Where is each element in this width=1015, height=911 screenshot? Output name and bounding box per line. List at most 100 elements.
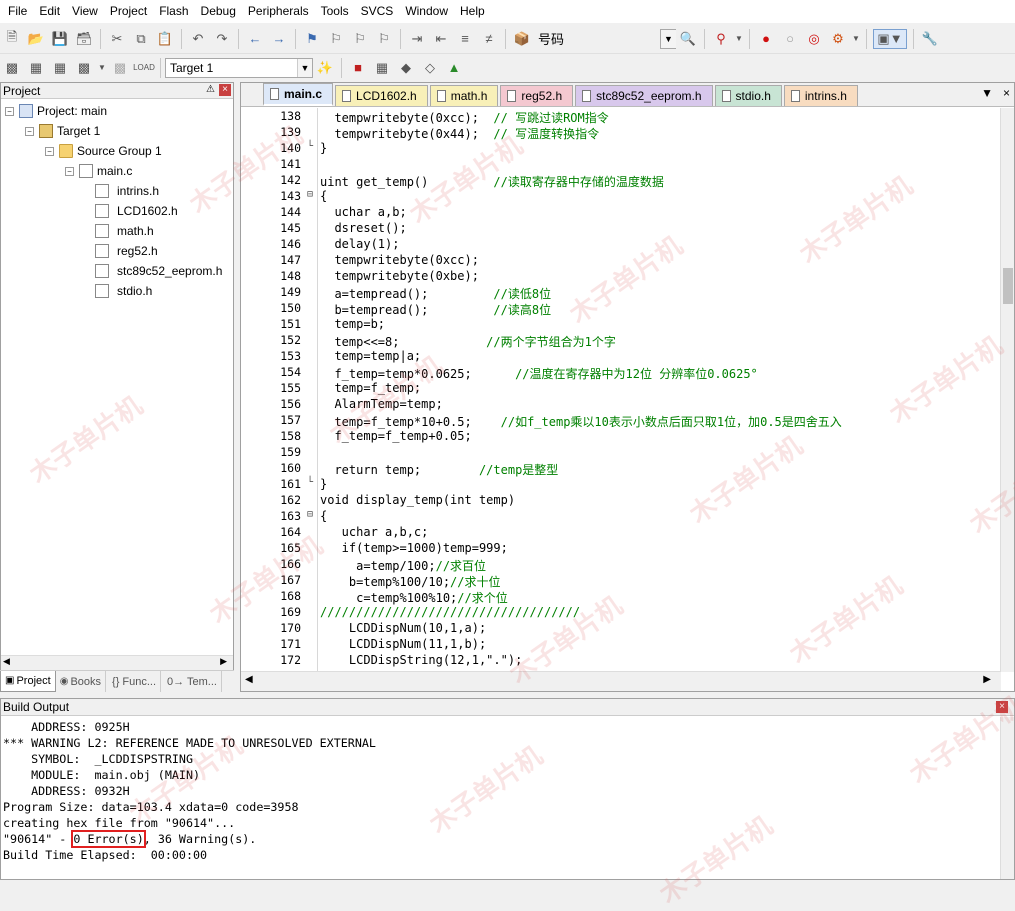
redo-icon[interactable]: ↷	[212, 29, 232, 49]
editor-hscrollbar[interactable]: ◀ ▶	[241, 671, 1001, 691]
clear-bookmarks-icon[interactable]: ⚐	[374, 29, 394, 49]
find-in-files-icon[interactable]: 📦	[512, 29, 532, 49]
tab-file[interactable]: main.c	[263, 83, 334, 106]
tree-target[interactable]: − Target 1	[25, 121, 100, 141]
tree-include-file[interactable]: stdio.h	[95, 281, 152, 301]
dropdown-arrow-icon[interactable]: ▼	[98, 58, 106, 78]
nav-back-icon[interactable]: ←	[245, 29, 265, 49]
file-extensions-icon[interactable]: ■	[348, 58, 368, 78]
menu-item[interactable]: Edit	[33, 0, 66, 23]
dropdown-arrow-icon[interactable]: ▼	[852, 29, 860, 49]
copy-icon[interactable]: ⧉	[131, 29, 151, 49]
build-output-text[interactable]: ADDRESS: 0925H *** WARNING L2: REFERENCE …	[3, 719, 376, 863]
find-text[interactable]: 号码	[534, 29, 660, 48]
tree-project-root[interactable]: − Project: main	[5, 101, 107, 121]
tree-include-file[interactable]: LCD1602.h	[95, 201, 178, 221]
save-all-icon[interactable]: 🗃	[74, 29, 94, 49]
tab-project[interactable]: ▣ Project	[0, 671, 56, 692]
tree-file-main[interactable]: − main.c	[65, 161, 132, 181]
tab-file[interactable]: intrins.h	[783, 85, 858, 106]
menu-item[interactable]: Help	[454, 0, 491, 23]
undo-icon[interactable]: ↶	[188, 29, 208, 49]
menu-item[interactable]: Debug	[195, 0, 242, 23]
rebuild-icon[interactable]: ▦	[50, 58, 70, 78]
paste-icon[interactable]: 📋	[155, 29, 175, 49]
tree-include-file[interactable]: intrins.h	[95, 181, 159, 201]
tab-file[interactable]: math.h	[429, 85, 499, 106]
manage-components-icon[interactable]: ▦	[372, 58, 392, 78]
breakpoint-icon[interactable]: ●	[756, 29, 776, 49]
menu-item[interactable]: Project	[104, 0, 153, 23]
indent-icon[interactable]: ⇥	[407, 29, 427, 49]
tab-file[interactable]: stdio.h	[714, 85, 782, 106]
debug-session-icon[interactable]: ⚲	[711, 29, 731, 49]
find-icon[interactable]: 🔍	[678, 29, 698, 49]
collapse-icon[interactable]: −	[25, 126, 34, 136]
select-packs-icon[interactable]: ◆	[396, 58, 416, 78]
line-number: 159	[280, 445, 301, 459]
dropdown-arrow-icon[interactable]: ▼	[735, 29, 743, 49]
collapse-icon[interactable]: −	[65, 166, 74, 176]
menu-item[interactable]: Window	[399, 0, 454, 23]
unindent-icon[interactable]: ⇤	[431, 29, 451, 49]
tab-file[interactable]: stc89c52_eeprom.h	[575, 85, 713, 106]
tab-books[interactable]: ◉ Books	[56, 671, 107, 692]
pack-installer-icon[interactable]: ◇	[420, 58, 440, 78]
tab-templates[interactable]: 0→ Tem...	[161, 671, 222, 692]
tab-file[interactable]: reg52.h	[500, 85, 574, 106]
menu-item[interactable]: Tools	[315, 0, 355, 23]
project-hscrollbar[interactable]: ◀ ▶	[1, 655, 233, 671]
translate-icon[interactable]: ▩	[2, 58, 22, 78]
close-icon[interactable]: ×	[219, 84, 231, 96]
build-icon[interactable]: ▦	[26, 58, 46, 78]
pin-icon[interactable]: ⚠	[206, 84, 215, 96]
target-select[interactable]: Target 1 ▼	[165, 57, 313, 78]
wrench-icon[interactable]: 🔧	[920, 29, 940, 49]
tab-list-arrow-icon[interactable]: ▼	[981, 86, 993, 100]
menu-item[interactable]: File	[2, 0, 33, 23]
download-load-icon[interactable]: LOAD	[133, 58, 155, 78]
collapse-icon[interactable]: −	[5, 106, 14, 116]
tab-functions[interactable]: {} Func...	[106, 671, 162, 692]
prev-bookmark-icon[interactable]: ⚐	[326, 29, 346, 49]
window-layout-icon[interactable]: ▣▼	[873, 28, 907, 49]
collapse-icon[interactable]: −	[45, 146, 54, 156]
batch-build-icon[interactable]: ▩	[74, 58, 94, 78]
scroll-thumb[interactable]	[1003, 268, 1013, 304]
cut-icon[interactable]: ✂	[107, 29, 127, 49]
line-number: 156	[280, 397, 301, 411]
new-file-icon[interactable]: 🗎	[2, 29, 22, 49]
tree-source-group[interactable]: − Source Group 1	[45, 141, 162, 161]
menu-item[interactable]: Peripherals	[242, 0, 315, 23]
editor-vscrollbar[interactable]	[1000, 108, 1014, 672]
menu-item[interactable]: SVCS	[355, 0, 400, 23]
menu-item[interactable]: Flash	[153, 0, 194, 23]
uncomment-icon[interactable]: ≠	[479, 29, 499, 49]
kill-breakpoints-icon[interactable]: ◎	[804, 29, 824, 49]
tree-include-file[interactable]: stc89c52_eeprom.h	[95, 261, 222, 281]
close-icon[interactable]: ×	[1003, 86, 1010, 100]
menu-item[interactable]: View	[66, 0, 104, 23]
nav-forward-icon[interactable]: →	[269, 29, 289, 49]
fold-icon[interactable]: ⊟	[307, 189, 313, 200]
find-combo-arrow[interactable]: ▼	[660, 28, 676, 49]
bookmark-icon[interactable]: ⚑	[302, 29, 322, 49]
open-folder-icon[interactable]: 📂	[26, 29, 46, 49]
code-text: c=temp%100%10;	[320, 591, 458, 605]
comment-icon[interactable]: ≡	[455, 29, 475, 49]
next-bookmark-icon[interactable]: ⚐	[350, 29, 370, 49]
tree-include-file[interactable]: math.h	[95, 221, 154, 241]
run-time-env-icon[interactable]: ▲	[444, 58, 464, 78]
save-icon[interactable]: 💾	[50, 29, 70, 49]
code-area[interactable]: 138 tempwritebyte(0xcc); // 写跳过读ROM指令 139…	[241, 108, 1001, 672]
target-options-icon[interactable]: ✨	[315, 58, 335, 78]
build-output-vscrollbar[interactable]	[1000, 717, 1014, 879]
close-icon[interactable]: ×	[996, 701, 1008, 713]
tree-include-file[interactable]: reg52.h	[95, 241, 158, 261]
tab-file[interactable]: LCD1602.h	[335, 85, 428, 106]
stop-build-icon[interactable]: ▩	[110, 58, 130, 78]
configure-icon[interactable]: ⚙	[828, 29, 848, 49]
build-output-title: Build Output	[3, 700, 70, 714]
breakpoint-disabled-icon[interactable]: ○	[780, 29, 800, 49]
fold-icon[interactable]: ⊟	[307, 509, 313, 520]
